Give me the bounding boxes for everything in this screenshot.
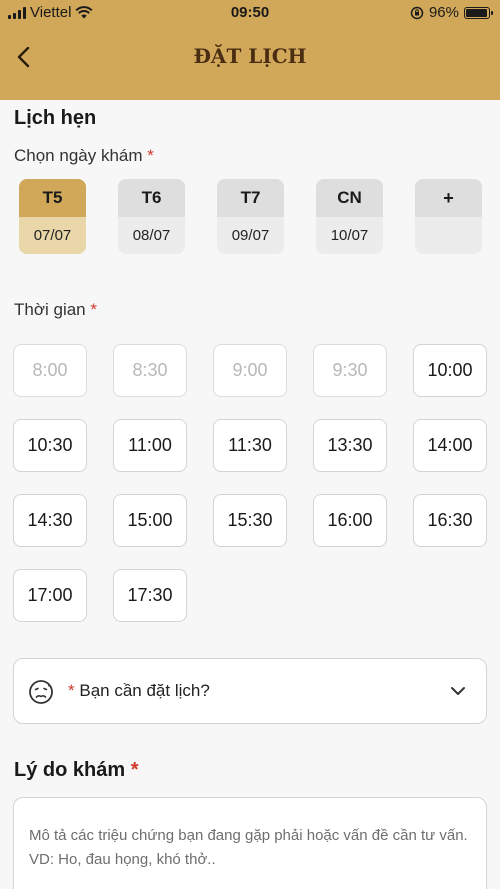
chevron-down-icon [451,687,465,695]
booking-for-select[interactable]: * Bạn cần đặt lịch? [13,658,487,724]
time-slot[interactable]: 10:00 [413,344,487,397]
time-slot[interactable]: 9:00 [213,344,287,397]
required-mark: * [90,300,97,319]
status-right: 96% [410,4,493,21]
time-slot[interactable]: 10:30 [13,419,87,472]
time-slot[interactable]: 14:00 [413,419,487,472]
date-option[interactable]: T7 09/07 [217,179,284,254]
time-slot[interactable]: 14:30 [13,494,87,547]
date-option-day: CN [316,179,383,217]
app-header: Viettel 09:50 96% ĐẶT LỊCH [0,0,500,100]
date-option-date: 07/07 [19,217,86,254]
orientation-lock-icon [410,6,424,19]
nav-bar: ĐẶT LỊCH [0,30,500,90]
required-mark: * [68,681,75,700]
time-slot[interactable]: 9:30 [313,344,387,397]
date-option-day: T5 [19,179,86,217]
date-option-date: 10/07 [330,227,369,244]
date-label: Chọn ngày khám * [14,146,154,166]
appointment-section-title: Lịch hẹn [14,107,97,129]
battery-level [466,8,488,17]
date-label-text: Chọn ngày khám [14,146,143,165]
reason-title: Lý do khám * [14,759,139,782]
battery-icon [464,6,493,19]
time-slot[interactable]: 11:30 [213,419,287,472]
time-slot[interactable]: 13:30 [313,419,387,472]
plus-label: + [415,179,482,217]
time-slot-grid: 8:00 8:30 9:00 9:30 10:00 10:30 11:00 11… [13,344,487,622]
date-option[interactable]: CN 10/07 [316,179,383,254]
date-option-date: 09/07 [231,227,270,244]
date-option[interactable]: T6 08/07 [118,179,185,254]
reason-textarea[interactable]: Mô tả các triệu chứng bạn đang gặp phải … [13,797,487,889]
date-picker: T5 07/07 T6 08/07 T7 09/07 CN 10/07 + [19,179,482,254]
time-slot[interactable]: 16:00 [313,494,387,547]
time-slot[interactable]: 17:00 [13,569,87,622]
booking-for-text: Bạn cần đặt lịch? [79,681,210,700]
time-slot[interactable]: 17:30 [113,569,187,622]
time-slot[interactable]: 16:30 [413,494,487,547]
booking-for-placeholder: * Bạn cần đặt lịch? [68,681,210,701]
status-bar: Viettel 09:50 96% [0,0,500,26]
time-slot[interactable]: 11:00 [113,419,187,472]
time-slot[interactable]: 8:30 [113,344,187,397]
reason-placeholder: Mô tả các triệu chứng bạn đang gặp phải … [29,827,468,868]
page-title: ĐẶT LỊCH [193,44,307,68]
reason-title-text: Lý do khám [14,759,126,781]
more-dates-button[interactable]: + [415,179,482,254]
required-mark: * [130,759,139,781]
date-option-date [415,217,482,254]
time-label: Thời gian * [14,300,97,320]
time-slot[interactable]: 8:00 [13,344,87,397]
time-slot[interactable]: 15:30 [213,494,287,547]
battery-percent: 96% [428,4,459,21]
date-option-day: T7 [217,179,284,217]
time-slot[interactable]: 15:00 [113,494,187,547]
time-label-text: Thời gian [14,300,86,319]
date-option-day: T6 [118,179,185,217]
date-option[interactable]: T5 07/07 [19,179,86,254]
sick-face-icon [29,680,53,704]
date-option-date: 08/07 [132,227,171,244]
required-mark: * [147,146,154,165]
